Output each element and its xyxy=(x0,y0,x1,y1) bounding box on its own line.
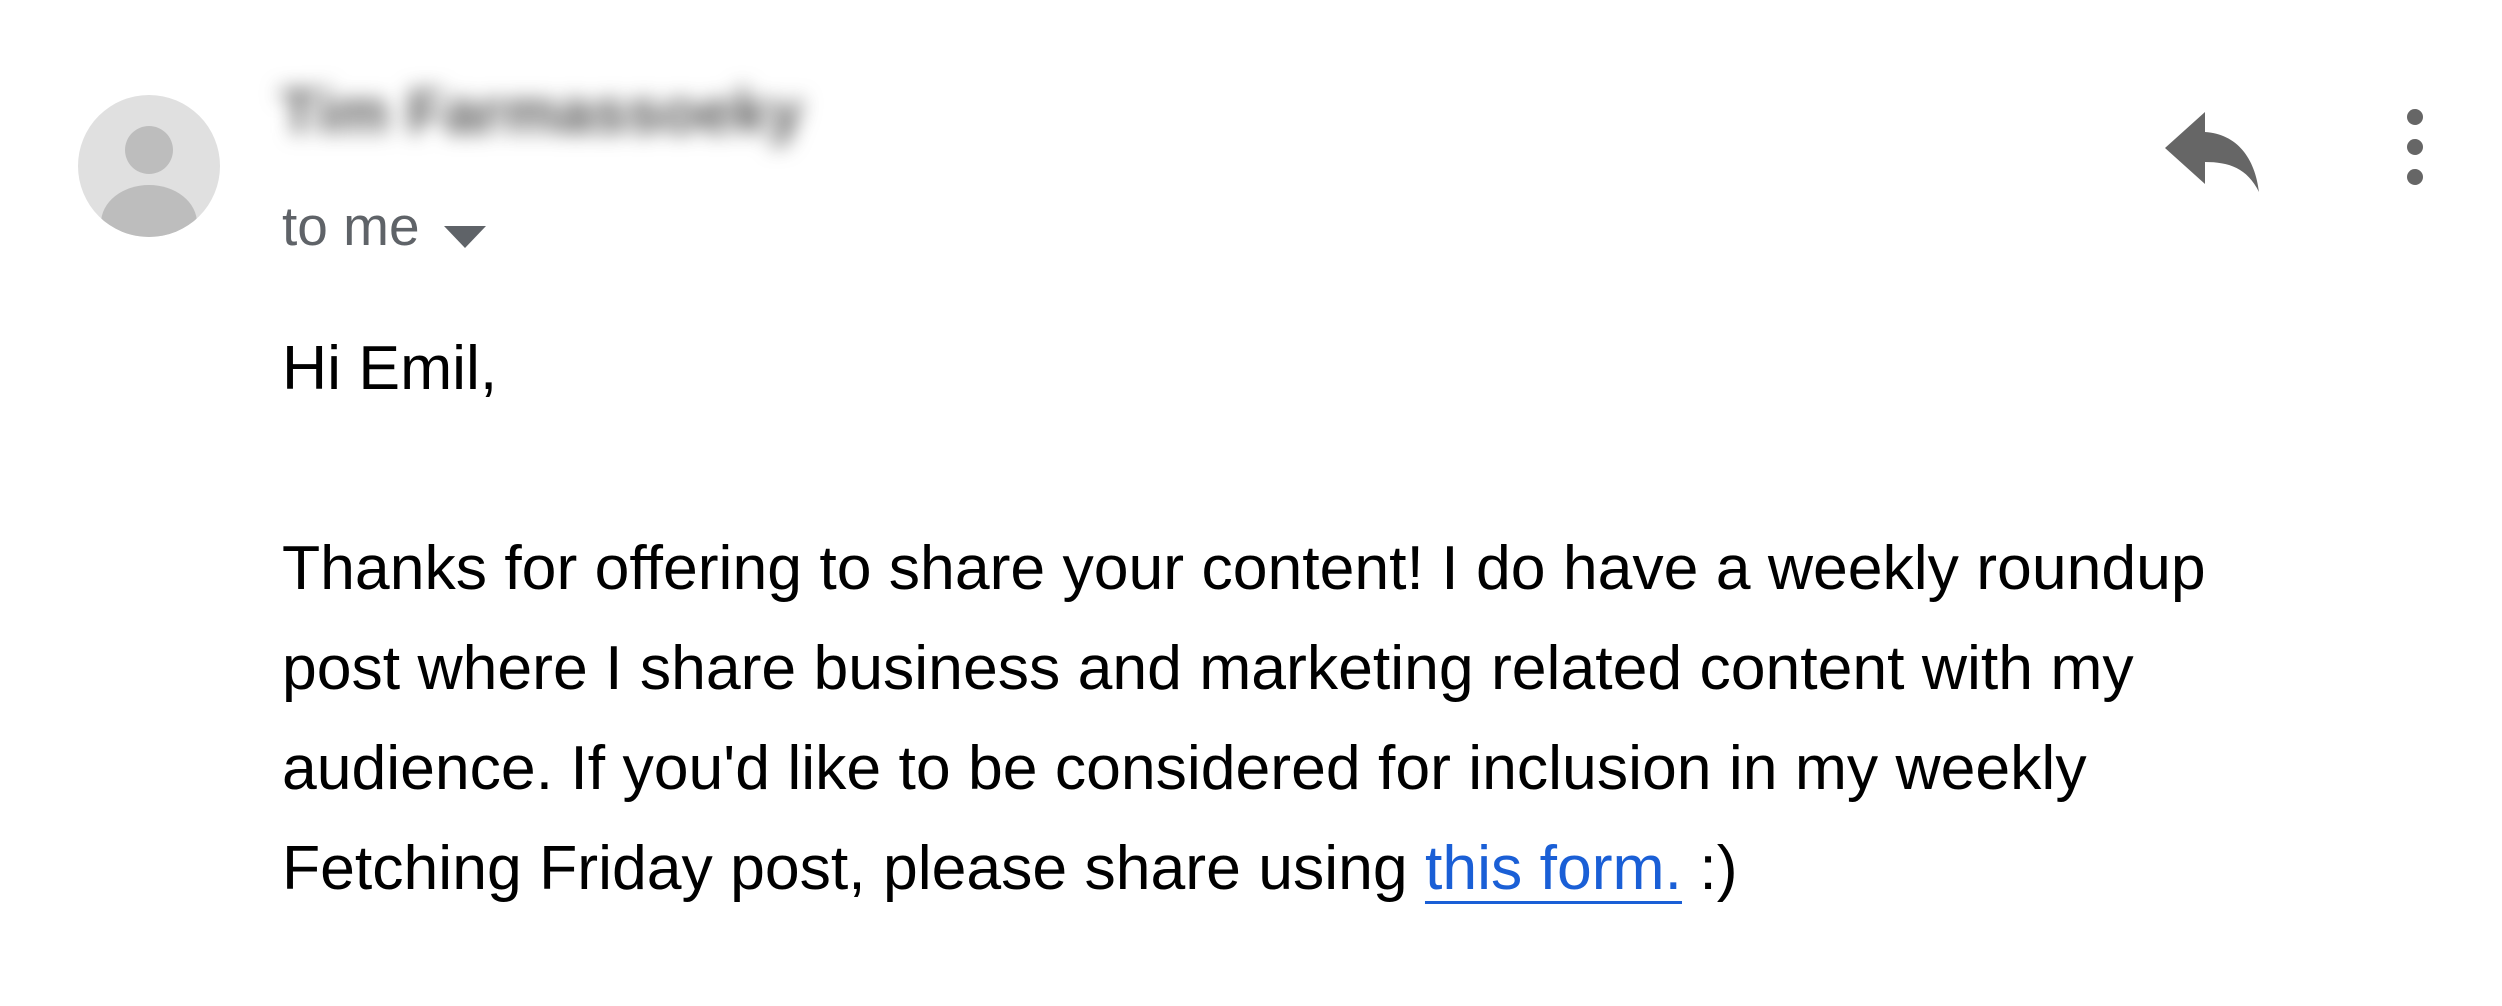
caret-down-icon xyxy=(443,202,486,257)
body-line: post where I share business and marketin… xyxy=(282,633,2134,703)
body-line: Thanks for offering to share your conten… xyxy=(282,533,2206,603)
person-avatar-icon xyxy=(78,95,220,237)
form-link[interactable]: this form. xyxy=(1425,833,1682,903)
reply-icon xyxy=(2165,112,2259,192)
email-greeting: Hi Emil, xyxy=(282,333,498,403)
email-body: Hi Emil, Thanks for offering to share yo… xyxy=(282,318,2422,918)
more-vertical-icon xyxy=(2407,109,2423,185)
body-line-suffix: :) xyxy=(1681,833,1738,903)
sender-avatar[interactable] xyxy=(78,95,220,237)
reply-button[interactable] xyxy=(2165,110,2261,192)
email-paragraph: Thanks for offering to share your conten… xyxy=(282,518,2422,918)
sender-name[interactable]: Tim Farmassoeky xyxy=(280,82,803,144)
more-options-button[interactable] xyxy=(2395,105,2435,189)
body-line-last: Fetching Friday post, please share using… xyxy=(282,818,2422,918)
body-line-prefix: Fetching Friday post, please share using xyxy=(282,833,1425,903)
body-line: audience. If you'd like to be considered… xyxy=(282,733,2087,803)
recipient-details-toggle[interactable]: to me xyxy=(282,196,486,257)
recipient-label: to me xyxy=(282,195,420,257)
